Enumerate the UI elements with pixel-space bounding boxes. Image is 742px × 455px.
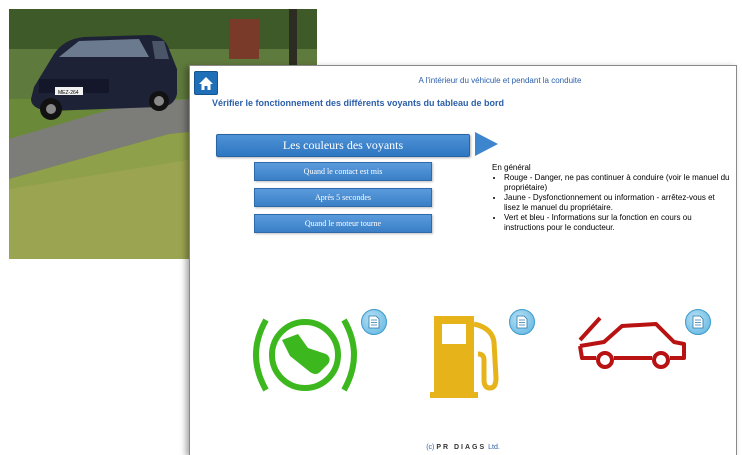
document-icon (368, 315, 380, 329)
hood-open-car-icon (578, 316, 686, 369)
license-plate: MEZ-264 (58, 90, 79, 96)
colors-button[interactable]: Les couleurs des voyants (216, 134, 470, 157)
document-icon (692, 315, 704, 329)
info-panel: En général Rouge - Danger, ne pas contin… (492, 163, 732, 233)
page-subtitle: Vérifier le fonctionnement des différent… (212, 98, 505, 108)
document-button-3[interactable] (685, 309, 711, 335)
info-item-red: Rouge - Danger, ne pas continuer à condu… (504, 173, 732, 193)
fuel-pump-icon (430, 316, 499, 398)
copyright-prefix: (c) (426, 444, 435, 451)
document-button-2[interactable] (509, 309, 535, 335)
document-button-1[interactable] (361, 309, 387, 335)
ignition-on-button[interactable]: Quand le contact est mis (254, 162, 432, 181)
section-title: A l'intérieur du véhicule et pendant la … (418, 76, 582, 85)
info-list: Rouge - Danger, ne pas continuer à condu… (492, 173, 732, 233)
info-item-yellow: Jaune - Dysfonctionnement ou information… (504, 193, 732, 213)
engine-running-button[interactable]: Quand le moteur tourne (254, 214, 432, 233)
copyright-suffix: Ltd. (488, 444, 500, 451)
slide-window: A l'intérieur du véhicule et pendant la … (189, 65, 737, 455)
home-button[interactable] (194, 71, 218, 95)
home-icon (199, 76, 213, 90)
brake-pedal-icon (253, 318, 357, 392)
info-item-green: Vert et bleu - Informations sur la fonct… (504, 213, 732, 233)
footer-copyright: (c) PR DIAGS Ltd. (190, 444, 736, 451)
document-icon (516, 315, 528, 329)
brand-name: PR DIAGS (436, 444, 487, 451)
next-arrow-icon[interactable] (475, 132, 498, 156)
info-heading: En général (492, 163, 531, 172)
after-5-seconds-button[interactable]: Après 5 secondes (254, 188, 432, 207)
